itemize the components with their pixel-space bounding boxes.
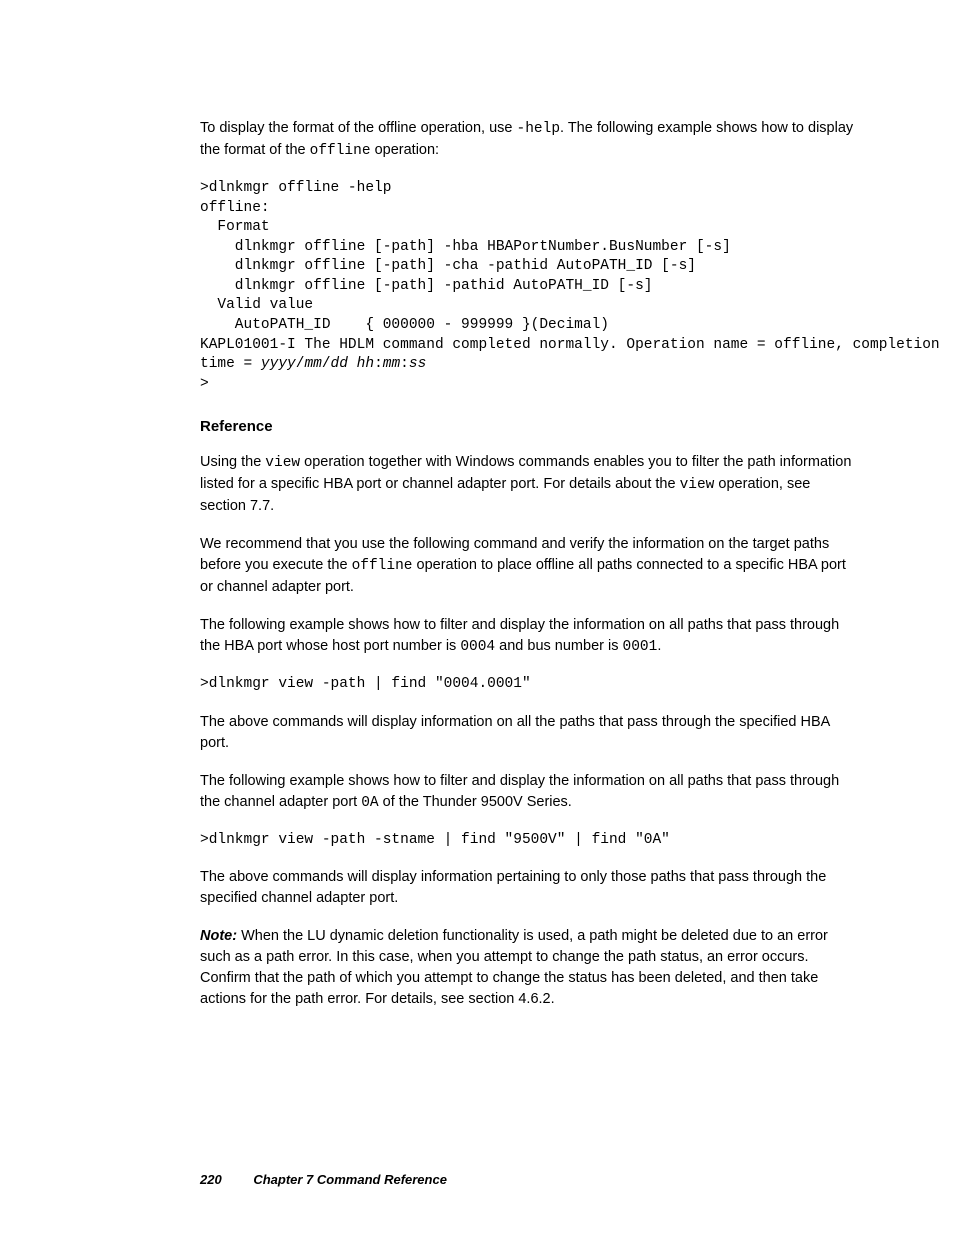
code-italic: mm [304, 356, 321, 372]
heading-reference: Reference [200, 416, 859, 438]
code-italic: ss [409, 356, 426, 372]
inline-code: offline [310, 143, 371, 159]
code-italic: hh [357, 356, 374, 372]
inline-code: 0A [361, 795, 378, 811]
paragraph-intro: To display the format of the offline ope… [200, 118, 859, 162]
code-block-help: >dlnkmgr offline -help offline: Format d… [200, 179, 859, 394]
paragraph-ref-5: The following example shows how to filte… [200, 771, 859, 814]
inline-code: 0001 [623, 639, 658, 655]
inline-code: view [265, 455, 300, 471]
code-text: / [322, 356, 331, 372]
paragraph-ref-1: Using the view operation together with W… [200, 452, 859, 517]
code-text: > [200, 376, 209, 392]
paragraph-ref-6: The above commands will display informat… [200, 867, 859, 909]
paragraph-ref-2: We recommend that you use the following … [200, 534, 859, 598]
note-label: Note: [200, 928, 237, 944]
code-block-cmd1: >dlnkmgr view -path | find "0004.0001" [200, 675, 859, 695]
code-italic: yyyy [261, 356, 296, 372]
chapter-title: Chapter 7 Command Reference [253, 1172, 447, 1187]
text: Using the [200, 454, 265, 470]
code-text: : [400, 356, 409, 372]
code-text [348, 356, 357, 372]
paragraph-ref-3: The following example shows how to filte… [200, 615, 859, 658]
text: of the Thunder 9500V Series. [379, 794, 572, 810]
inline-code: view [680, 477, 715, 493]
code-block-cmd2: >dlnkmgr view -path -stname | find "9500… [200, 831, 859, 851]
text: and bus number is [495, 638, 622, 654]
text: operation: [371, 142, 440, 158]
code-text: : [374, 356, 383, 372]
text: . [657, 638, 661, 654]
page-number: 220 [200, 1172, 222, 1187]
code-text: >dlnkmgr offline -help offline: Format d… [200, 180, 940, 372]
inline-code: -help [517, 121, 561, 137]
note-body: When the LU dynamic deletion functionali… [200, 928, 828, 1007]
page-footer: 220 Chapter 7 Command Reference [200, 1171, 447, 1190]
paragraph-ref-4: The above commands will display informat… [200, 712, 859, 754]
text: To display the format of the offline ope… [200, 120, 517, 136]
paragraph-note: Note: When the LU dynamic deletion funct… [200, 926, 859, 1010]
code-italic: dd [331, 356, 348, 372]
inline-code: 0004 [460, 639, 495, 655]
inline-code: offline [352, 558, 413, 574]
page-content: To display the format of the offline ope… [0, 0, 954, 1235]
code-italic: mm [383, 356, 400, 372]
